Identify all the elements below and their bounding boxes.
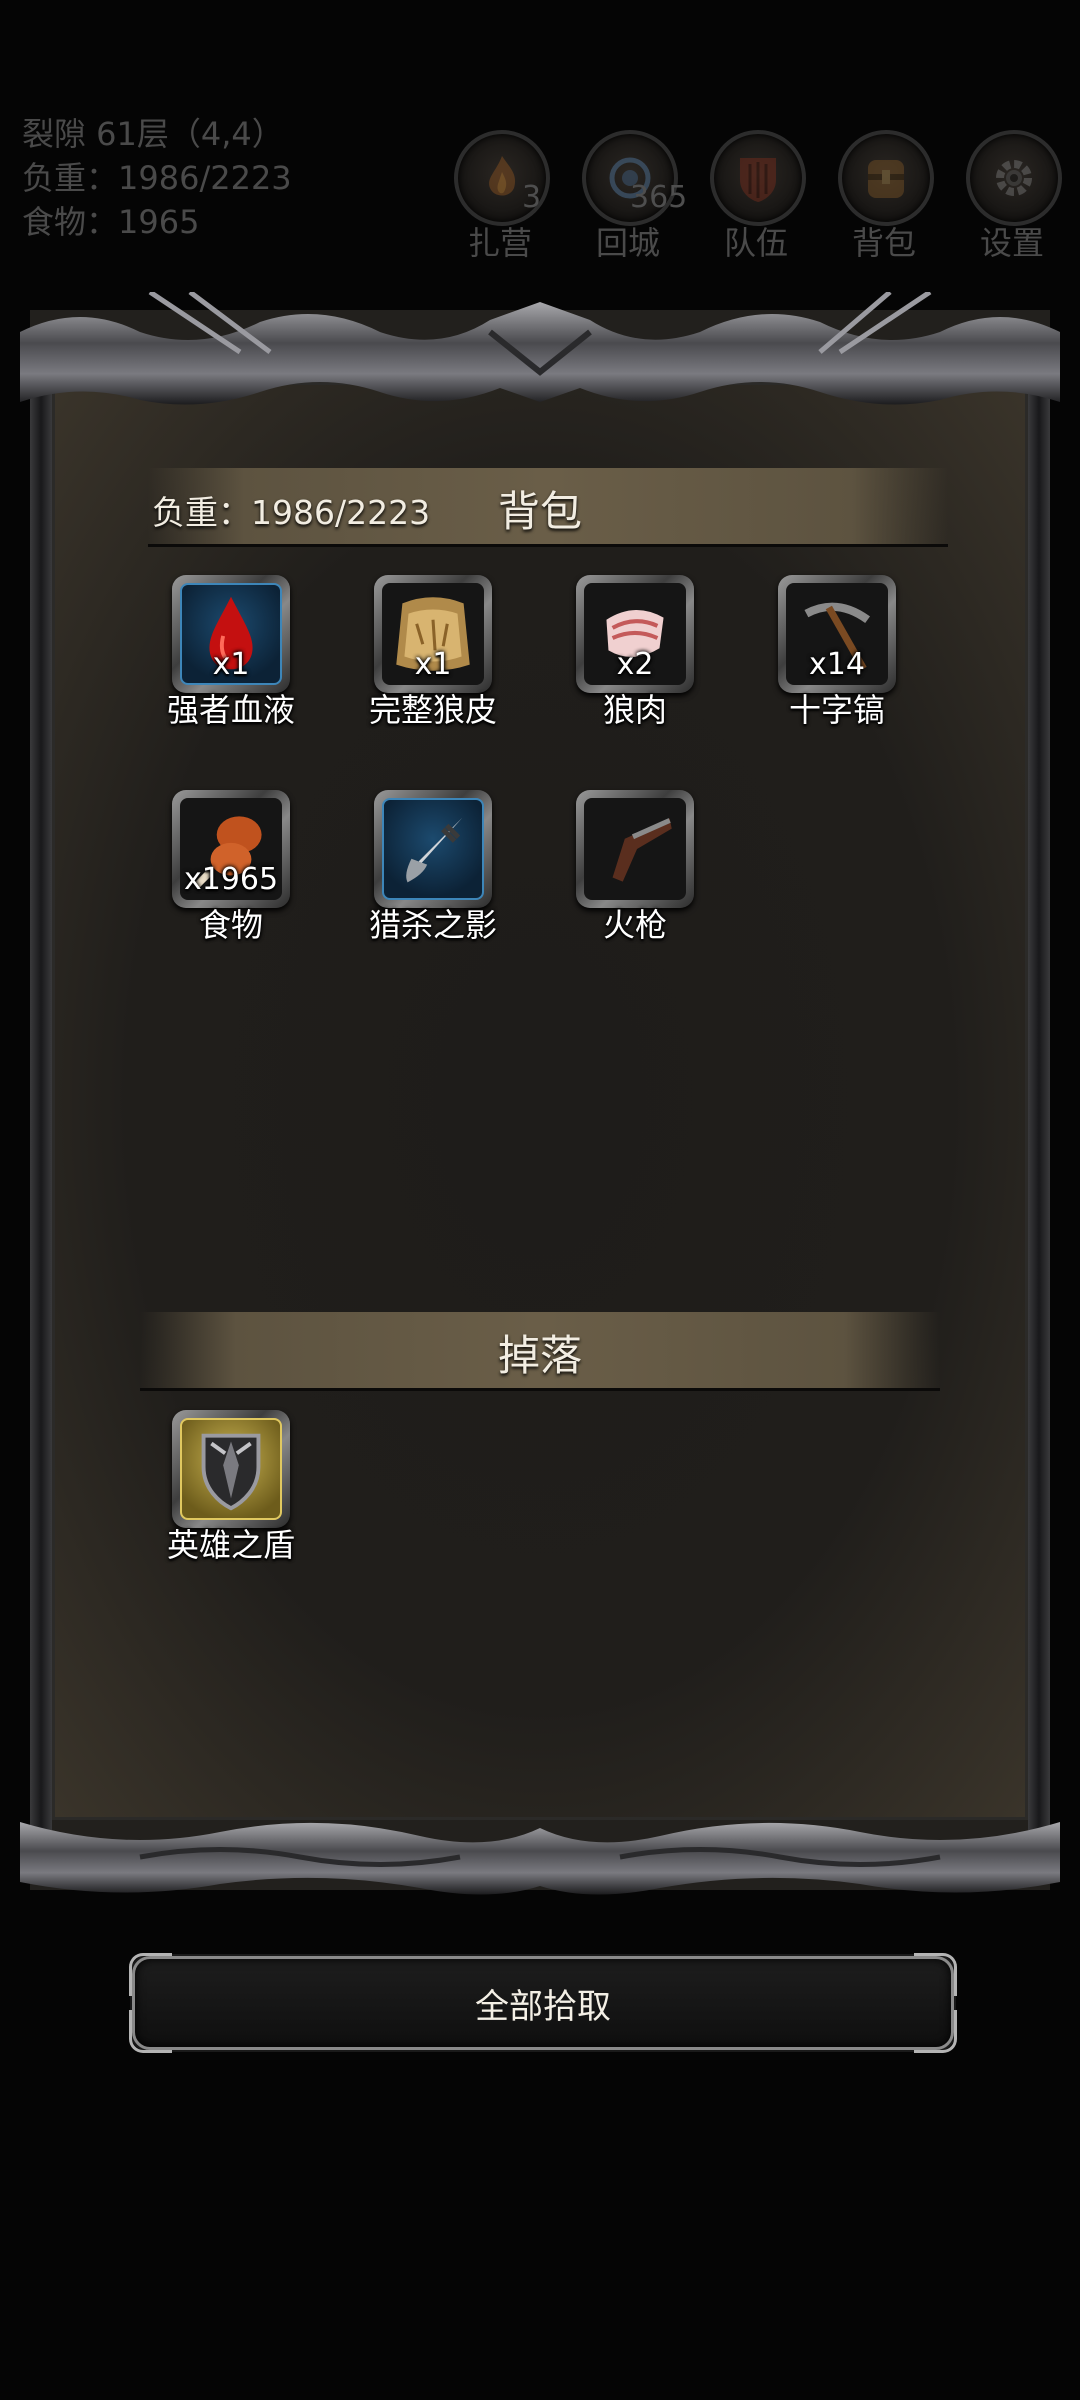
item-name: 狼肉	[602, 691, 667, 729]
backpack-icon	[838, 130, 934, 226]
drops-title: 掉落	[497, 1331, 582, 1380]
pickup-all-button[interactable]: 全部拾取	[129, 1953, 957, 2053]
musket-icon	[612, 818, 672, 882]
item-name: 强者血液	[166, 691, 295, 729]
location-label: 裂隙 61层（4,4）	[22, 115, 284, 153]
camp-count: 3	[522, 180, 542, 215]
inventory-item[interactable]: 火枪	[544, 790, 714, 950]
drop-item[interactable]: 英雄之盾	[140, 1410, 310, 1570]
backpack-header: 负重：1986/2223 背包	[148, 468, 948, 547]
team-button[interactable]: 队伍	[706, 130, 806, 262]
ornate-top-border	[20, 292, 1060, 405]
return-town-label: 回城	[595, 224, 660, 262]
shield-team-icon	[710, 130, 806, 226]
item-quantity: x2	[616, 647, 654, 682]
item-name: 火枪	[602, 906, 667, 944]
item-name: 食物	[198, 906, 263, 944]
pickup-all-label: 全部拾取	[475, 1987, 611, 2027]
inventory-item[interactable]: x1 完整狼皮	[342, 575, 512, 735]
camp-label: 扎营	[467, 224, 532, 262]
item-quantity: x1	[212, 647, 250, 682]
inventory-item[interactable]: x14 十字镐	[746, 575, 916, 735]
ornate-bottom-border	[20, 1822, 1060, 1895]
frame-right-border	[1028, 390, 1050, 1830]
return-town-count: 365	[630, 180, 688, 215]
inventory-item[interactable]: 猎杀之影	[342, 790, 512, 950]
item-quantity: x1	[414, 647, 452, 682]
return-town-button[interactable]: 365 回城	[578, 130, 687, 262]
hud-buttons: 3 扎营 365 回城 队伍 背包 设置	[450, 130, 1062, 262]
hud-info: 裂隙 61层（4,4） 负重：1986/2223 食物：1965	[22, 112, 292, 244]
backpack-title: 背包	[497, 487, 582, 536]
hud-weight-label: 负重：1986/2223	[22, 159, 292, 197]
inventory-panel: 负重：1986/2223 背包 x1 强者血液 x1 完整狼皮 x2 狼肉 x1…	[20, 292, 1060, 1895]
hero-shield-icon	[201, 1433, 261, 1511]
frame-left-border	[30, 390, 52, 1830]
drops-header: 掉落	[140, 1312, 940, 1391]
team-label: 队伍	[723, 224, 788, 262]
camp-button[interactable]: 3 扎营	[450, 130, 550, 262]
inventory-item[interactable]: x1965 食物	[140, 790, 310, 950]
inventory-item[interactable]: x1 强者血液	[140, 575, 310, 735]
backpack-label: 背包	[851, 224, 916, 262]
item-quantity: x1965	[183, 862, 279, 897]
item-name: 完整狼皮	[368, 691, 497, 729]
settings-button[interactable]: 设置	[962, 130, 1062, 262]
settings-label: 设置	[979, 224, 1044, 262]
backpack-weight-label: 负重：1986/2223	[152, 493, 431, 532]
gear-icon	[966, 130, 1062, 226]
item-name: 十字镐	[788, 691, 885, 729]
item-name: 英雄之盾	[166, 1526, 295, 1564]
inventory-item[interactable]: x2 狼肉	[544, 575, 714, 735]
item-quantity: x14	[809, 647, 865, 682]
backpack-button[interactable]: 背包	[834, 130, 934, 262]
item-name: 猎杀之影	[368, 906, 497, 944]
hud-food-label: 食物：1965	[22, 203, 200, 241]
dagger-icon	[406, 817, 463, 883]
